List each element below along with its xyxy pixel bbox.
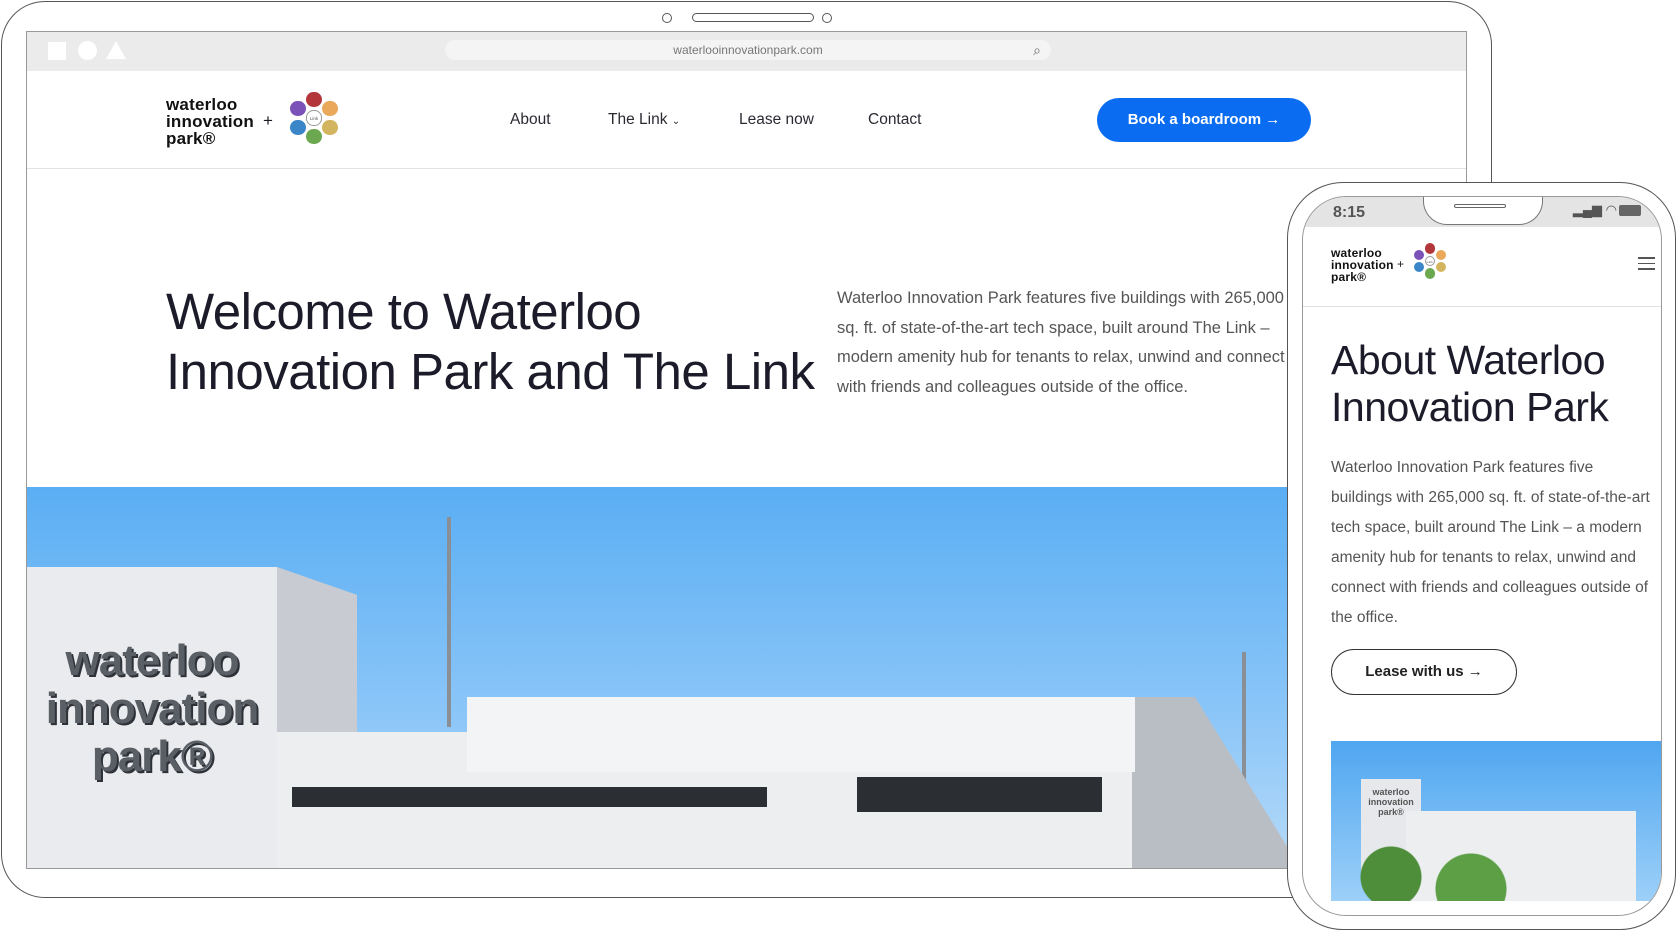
logo-plus: + [1397, 257, 1405, 271]
parking-slot [292, 787, 767, 807]
nav-lease-now[interactable]: Lease now [739, 71, 814, 169]
mobile-header: waterloo innovation park® + Link [1303, 227, 1661, 307]
search-icon[interactable]: ⌕ [1033, 40, 1041, 60]
parking-top [467, 697, 1135, 772]
structure-side [1132, 697, 1312, 868]
url-text: waterlooinnovationpark.com [673, 43, 823, 57]
logo-dot [1414, 249, 1425, 260]
logo-dot [290, 119, 306, 135]
camera-dot [662, 13, 672, 23]
lease-with-us-button[interactable]: Lease with us → [1331, 649, 1517, 695]
logo-dot [1435, 249, 1446, 260]
building-sign: waterloo innovation park® [45, 636, 259, 781]
book-boardroom-button[interactable]: Book a boardroom → [1097, 98, 1311, 142]
circle-icon [78, 41, 97, 60]
lamp-post [447, 517, 451, 727]
logo-wordmark: waterloo innovation park® [166, 95, 254, 148]
status-time: 8:15 [1333, 204, 1366, 221]
logo-dot [1424, 268, 1436, 279]
logo-dot [1414, 262, 1425, 273]
chevron-down-icon: ⌄ [671, 116, 681, 127]
logo-dot [290, 101, 306, 117]
desktop-browser: waterlooinnovationpark.com ⌕ waterloo inno… [26, 31, 1467, 869]
arrow-right-icon: → [1467, 663, 1483, 680]
logo-wordmark: waterloo innovation park® [1331, 246, 1394, 284]
triangle-icon [106, 41, 126, 59]
nav-contact[interactable]: Contact [868, 71, 921, 169]
arrow-right-icon: → [1265, 111, 1281, 128]
camera-dot [822, 13, 832, 23]
logo-dot [1424, 243, 1436, 254]
mobile-hero-image: waterloo innovation park® [1331, 741, 1661, 901]
the-link-logo-icon: Link [1411, 242, 1449, 280]
mobile-paragraph: Waterloo Innovation Park features five b… [1331, 459, 1650, 626]
the-link-logo-icon: Link [286, 90, 342, 146]
phone-notch [1423, 197, 1543, 225]
logo-dot [306, 91, 322, 108]
logo-dot [322, 119, 338, 135]
logo[interactable]: waterloo innovation park® + Link [1331, 243, 1451, 287]
page-title: Welcome to Waterloo Innovation Park and T… [166, 283, 815, 400]
phone-frame: 8:15 ▂▄▆ ◠ waterloo innovation park® + Lin… [1287, 182, 1676, 930]
address-bar[interactable]: waterlooinnovationpark.com ⌕ [445, 40, 1051, 60]
battery-icon [1619, 205, 1641, 216]
hamburger-menu-icon[interactable] [1638, 257, 1655, 270]
mobile-screen: 8:15 ▂▄▆ ◠ waterloo innovation park® + Lin… [1302, 196, 1662, 916]
trees [1331, 841, 1531, 901]
logo-dot [322, 101, 338, 117]
nav-the-link[interactable]: The Link ⌄ [608, 71, 680, 169]
nav-about[interactable]: About [510, 71, 551, 169]
square-icon [48, 42, 66, 60]
the-link-badge: Link [306, 110, 322, 126]
mobile-title: About Waterloo Innovation Park [1331, 337, 1609, 430]
logo-plus: + [263, 111, 273, 130]
site-header: waterloo innovation park® + Link About The… [27, 71, 1466, 169]
hero-image: waterloo innovation park® [27, 487, 1466, 868]
phone-speaker [1454, 204, 1506, 208]
logo[interactable]: waterloo innovation park® + Link [166, 91, 346, 148]
signal-wifi-icon: ▂▄▆ ◠ [1572, 202, 1617, 217]
the-link-badge: Link [1424, 255, 1436, 267]
logo-dot [1435, 262, 1446, 273]
parking-slot [857, 777, 1102, 812]
logo-dot [306, 128, 322, 145]
speaker-slot [692, 13, 814, 22]
browser-toolbar: waterlooinnovationpark.com ⌕ [27, 32, 1466, 71]
